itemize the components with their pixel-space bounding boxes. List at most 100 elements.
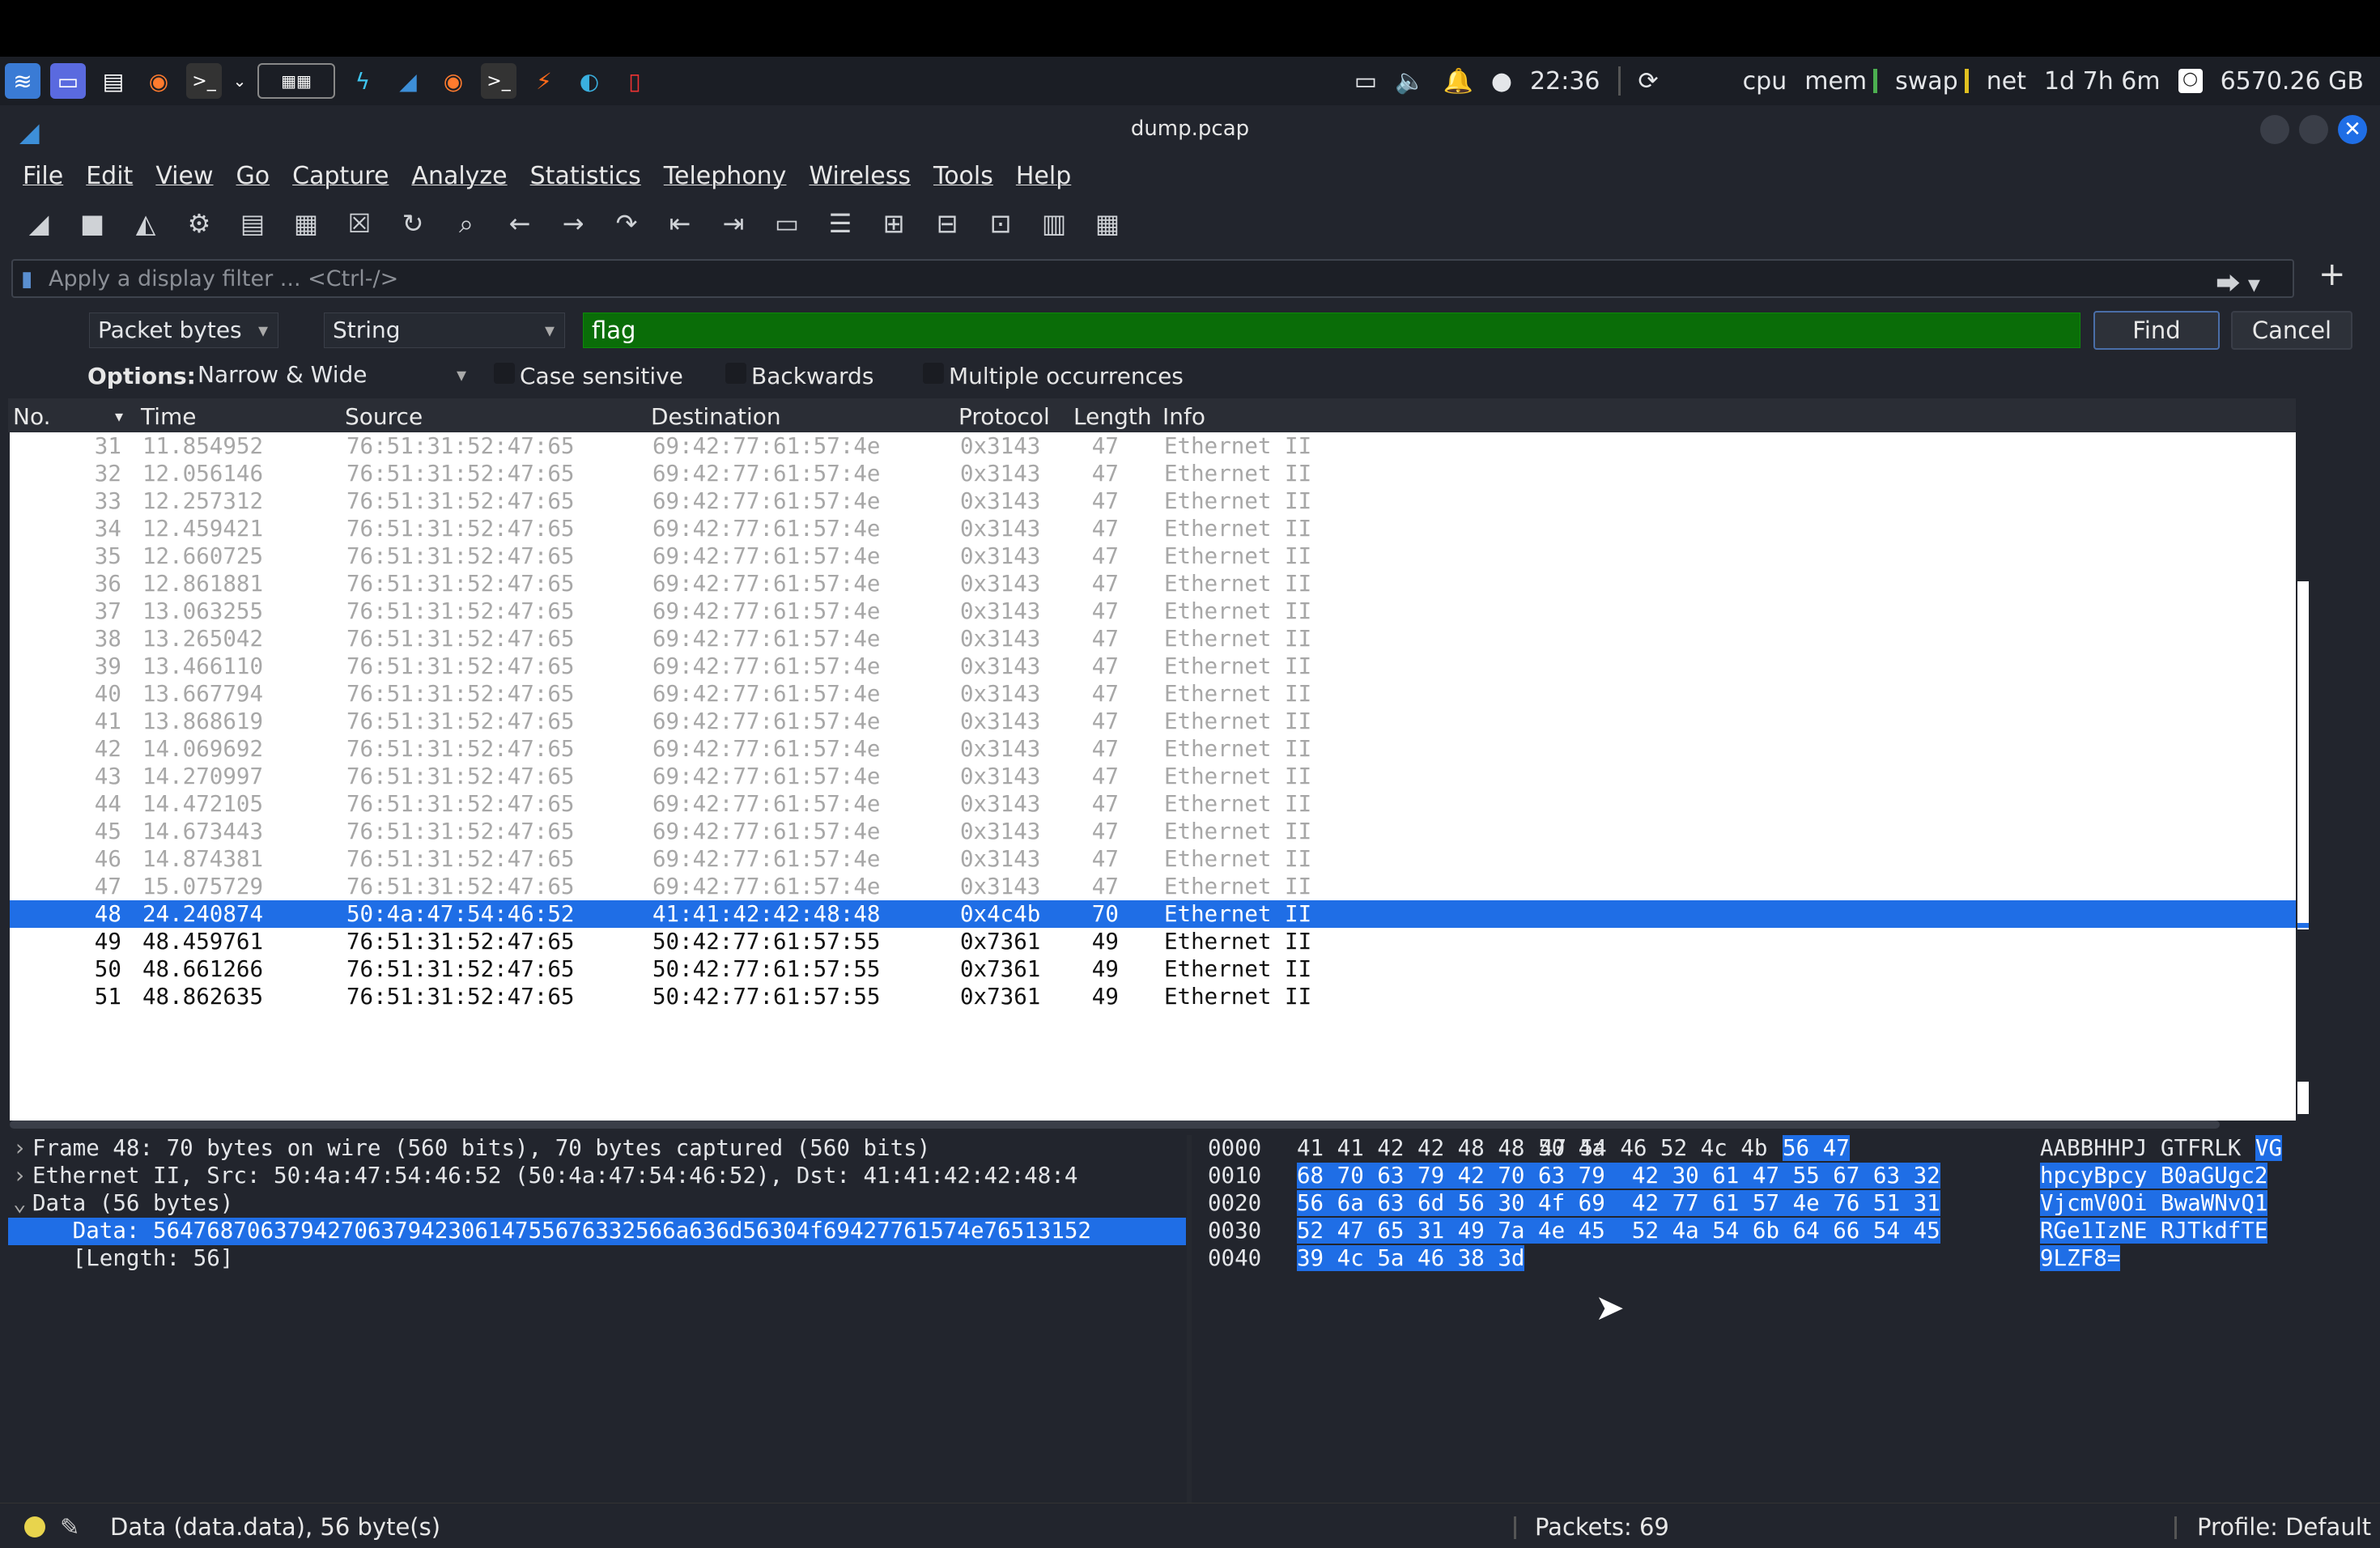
table-row[interactable]: 37 13.063255 76:51:31:52:47:65 69:42:77:61:… [10, 598, 2296, 625]
find-button[interactable]: Find [2093, 311, 2220, 350]
firefox-icon-2[interactable]: ◉ [436, 63, 471, 99]
refresh-icon[interactable]: ⟳ [1638, 67, 1659, 96]
expand-arrow-icon[interactable]: ⌄ [13, 1190, 32, 1216]
go-to-packet-icon[interactable]: ↷ [607, 204, 646, 243]
reload-icon[interactable]: ↻ [393, 204, 432, 243]
options-gear-icon[interactable]: ⚙ [180, 204, 219, 243]
detail-row[interactable]: ⌄ Data (56 bytes) [8, 1190, 1186, 1218]
restart-fin-icon[interactable]: ◭ [126, 204, 165, 243]
byte-row[interactable]: 0030 52 47 65 31 49 7a 4e 45 52 4a 54 6b … [1198, 1218, 2299, 1245]
detail-row[interactable]: [Length: 56] [8, 1245, 1186, 1273]
terminal-icon-2[interactable]: >_ [481, 63, 516, 99]
menu-view[interactable]: View [155, 162, 213, 190]
multiple-occurrences-checkbox[interactable] [923, 363, 944, 384]
table-row[interactable]: 35 12.660725 76:51:31:52:47:65 69:42:77:61:… [10, 542, 2296, 570]
menu-help[interactable]: Help [1016, 162, 1071, 190]
col-no[interactable]: No. [13, 403, 50, 430]
close-file-icon[interactable]: ☒ [340, 204, 379, 243]
volume-icon[interactable]: 🔈 [1395, 67, 1425, 96]
table-row[interactable]: 31 11.854952 76:51:31:52:47:65 69:42:77:61:… [10, 432, 2296, 460]
workspaces-icon[interactable]: ▦▦ [257, 63, 335, 99]
detail-row[interactable]: Data: 5647687063794270637942306147556763… [8, 1218, 1186, 1245]
dropdown-icon[interactable]: ⌄ [232, 63, 248, 99]
menu-edit[interactable]: Edit [86, 162, 133, 190]
last-packet-icon[interactable]: ⇥ [714, 204, 753, 243]
table-row[interactable]: 39 13.466110 76:51:31:52:47:65 69:42:77:61:… [10, 653, 2296, 680]
profile[interactable]: Profile: Default [2197, 1513, 2371, 1541]
col-source[interactable]: Source [345, 403, 423, 430]
search-icon[interactable]: ⌕ [447, 204, 486, 243]
expand-arrow-icon[interactable]: › [13, 1135, 32, 1161]
table-row[interactable]: 42 14.069692 76:51:31:52:47:65 69:42:77:61:… [10, 735, 2296, 763]
close-window-button[interactable]: ✕ [2338, 115, 2367, 144]
table-row[interactable]: 48 24.240874 50:4a:47:54:46:52 41:41:42:42:… [10, 900, 2296, 928]
autoscroll-icon[interactable]: ▭ [767, 204, 806, 243]
col-length[interactable]: Length [1073, 403, 1152, 430]
shark-fin-start-icon[interactable]: ◢ [19, 204, 58, 243]
packet-list-hscrollbar[interactable] [10, 1121, 2220, 1129]
firefox-icon[interactable]: ◉ [141, 63, 176, 99]
terminal-icon[interactable]: >_ [186, 63, 222, 99]
maximize-button[interactable] [2299, 115, 2328, 144]
open-file-icon[interactable]: ▤ [233, 204, 272, 243]
byte-row[interactable]: 0010 68 70 63 79 42 70 63 79 42 30 61 47 … [1198, 1163, 2299, 1190]
forward-arrow-icon[interactable]: → [554, 204, 593, 243]
back-arrow-icon[interactable]: ← [500, 204, 539, 243]
menu-statistics[interactable]: Statistics [530, 162, 641, 190]
pdf-icon[interactable]: ▯ [617, 63, 652, 99]
menu-analyze[interactable]: Analyze [411, 162, 507, 190]
find-input[interactable]: flag [583, 313, 2080, 348]
byte-row[interactable]: 0000 41 41 42 42 48 48 50 4a 47 54 46 52 4… [1198, 1135, 2299, 1163]
lightning-icon[interactable]: ϟ [345, 63, 380, 99]
expert-info-icon[interactable] [24, 1516, 45, 1537]
table-row[interactable]: 40 13.667794 76:51:31:52:47:65 69:42:77:61:… [10, 680, 2296, 708]
apply-filter-arrow-icon[interactable]: ⮕ ▾ [2216, 264, 2260, 300]
menu-go[interactable]: Go [236, 162, 270, 190]
table-row[interactable]: 33 12.257312 76:51:31:52:47:65 69:42:77:61:… [10, 487, 2296, 515]
bookmark-icon[interactable]: ▮ [21, 267, 32, 291]
table-row[interactable]: 47 15.075729 76:51:31:52:47:65 69:42:77:61:… [10, 873, 2296, 900]
burpsuite-icon[interactable]: ⚡ [526, 63, 562, 99]
edit-comment-icon[interactable]: ✎ [60, 1513, 79, 1541]
display-filter-input[interactable]: ▮ Apply a display filter ... <Ctrl-/> ⮕ … [11, 259, 2294, 300]
wireshark-icon[interactable]: ◢ [390, 63, 426, 99]
table-row[interactable]: 38 13.265042 76:51:31:52:47:65 69:42:77:61:… [10, 625, 2296, 653]
table-row[interactable]: 46 14.874381 76:51:31:52:47:65 69:42:77:61:… [10, 845, 2296, 873]
cancel-button[interactable]: Cancel [2231, 311, 2352, 350]
col-info[interactable]: Info [1162, 403, 1205, 430]
backwards-checkbox[interactable] [725, 363, 746, 384]
save-file-icon[interactable]: ▦ [287, 204, 325, 243]
resize-columns-icon[interactable]: ▥ [1035, 204, 1073, 243]
table-row[interactable]: 50 48.661266 76:51:31:52:47:65 50:42:77:61:… [10, 955, 2296, 983]
stop-square-icon[interactable]: ■ [73, 204, 112, 243]
edge-icon[interactable]: ◐ [572, 63, 607, 99]
search-in-select[interactable]: Packet bytes [89, 313, 278, 348]
expand-arrow-icon[interactable]: › [13, 1163, 32, 1189]
pane-splitter[interactable] [1187, 1135, 1192, 1548]
search-type-select[interactable]: String [324, 313, 565, 348]
bell-icon[interactable]: 🔔 [1443, 67, 1473, 96]
table-row[interactable]: 36 12.861881 76:51:31:52:47:65 69:42:77:61:… [10, 570, 2296, 598]
table-row[interactable]: 32 12.056146 76:51:31:52:47:65 69:42:77:61:… [10, 460, 2296, 487]
byte-row[interactable]: 0040 39 4c 5a 46 38 3d 9LZF8= [1198, 1245, 2299, 1273]
menu-capture[interactable]: Capture [292, 162, 389, 190]
menu-wireless[interactable]: Wireless [809, 162, 911, 190]
col-protocol[interactable]: Protocol [958, 403, 1050, 430]
menu-file[interactable]: File [23, 162, 63, 190]
table-row[interactable]: 45 14.673443 76:51:31:52:47:65 69:42:77:61:… [10, 818, 2296, 845]
col-destination[interactable]: Destination [651, 403, 781, 430]
app-menu-icon[interactable]: ≋ [5, 63, 40, 99]
table-row[interactable]: 43 14.270997 76:51:31:52:47:65 69:42:77:61:… [10, 763, 2296, 790]
charset-select[interactable]: Narrow & Wide [189, 358, 476, 393]
expand-icon[interactable]: ▦ [1088, 204, 1127, 243]
desktop-icon[interactable]: ▭ [50, 63, 86, 99]
screen-icon[interactable]: ▭ [1354, 67, 1377, 96]
detail-row[interactable]: › Ethernet II, Src: 50:4a:47:54:46:52 (50… [8, 1163, 1186, 1190]
case-sensitive-checkbox[interactable] [494, 363, 515, 384]
colorize-icon[interactable]: ☰ [821, 204, 860, 243]
menu-telephony[interactable]: Telephony [664, 162, 787, 190]
menu-tools[interactable]: Tools [933, 162, 993, 190]
detail-row[interactable]: › Frame 48: 70 bytes on wire (560 bits), … [8, 1135, 1186, 1163]
clock[interactable]: 22:36 [1530, 67, 1600, 96]
file-manager-icon[interactable]: ▤ [96, 63, 131, 99]
